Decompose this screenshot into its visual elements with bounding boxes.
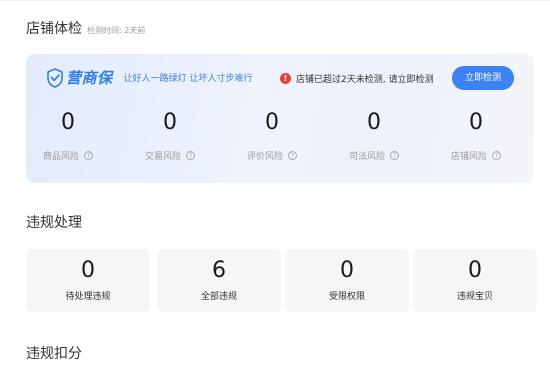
risk-item-trade[interactable]: 0 交易风险? — [130, 112, 210, 162]
brand-name: 营商保 — [66, 69, 113, 87]
check-time: 检测时间: 2天前 — [87, 26, 146, 35]
question-icon[interactable]: ? — [390, 151, 399, 160]
warning-text: 店铺已超过2天未检测, 请立即检测 — [296, 75, 434, 85]
health-check-card: 营商保 让好人一路绿灯 让坏人寸步难行 ! 店铺已超过2天未检测, 请立即检测 … — [26, 54, 534, 183]
risk-label: 商品风险 — [42, 152, 79, 162]
deduction-section-title: 违规扣分 — [26, 346, 82, 362]
risk-item-judicial[interactable]: 0 司法风险? — [334, 112, 414, 162]
risk-count: 0 — [469, 110, 483, 135]
brand-slogan: 让好人一路绿灯 让坏人寸步难行 — [123, 74, 253, 84]
risk-count: 0 — [367, 110, 381, 135]
risk-item-shop[interactable]: 0 店铺风险? — [436, 112, 516, 162]
shop-check-header: 店铺体检 检测时间: 2天前 — [26, 18, 145, 38]
stat-card-restricted[interactable]: 0 受限权限 — [285, 249, 409, 312]
stat-label: 待处理违规 — [65, 292, 111, 302]
stat-count: 0 — [81, 258, 95, 283]
risk-item-product[interactable]: 0 商品风险? — [28, 112, 108, 162]
check-now-button[interactable]: 立即检测 — [452, 66, 514, 90]
shield-check-icon — [47, 67, 63, 88]
stat-label: 全部违规 — [200, 292, 237, 302]
risk-label: 店铺风险 — [450, 152, 487, 162]
stat-label: 违规宝贝 — [456, 292, 493, 302]
stat-card-items[interactable]: 0 违规宝贝 — [413, 249, 537, 312]
top-divider — [0, 0, 550, 1]
stat-label: 受限权限 — [328, 292, 365, 302]
risk-label: 评价风险 — [246, 152, 283, 162]
stat-card-pending[interactable]: 0 待处理违规 — [26, 249, 150, 312]
question-icon[interactable]: ? — [288, 151, 297, 160]
stat-card-all[interactable]: 6 全部违规 — [157, 249, 281, 312]
risk-label: 交易风险 — [144, 152, 181, 162]
risk-label: 司法风险 — [348, 152, 385, 162]
question-icon[interactable]: ? — [186, 151, 195, 160]
question-icon[interactable]: ? — [492, 151, 501, 160]
risk-item-review[interactable]: 0 评价风险? — [232, 112, 312, 162]
page-title: 店铺体检 — [26, 21, 82, 37]
stat-count: 0 — [468, 258, 482, 283]
stat-count: 0 — [340, 258, 354, 283]
risk-count: 0 — [61, 110, 75, 135]
violation-section-title: 违规处理 — [26, 215, 82, 231]
brand: 营商保 让好人一路绿灯 让坏人寸步难行 — [46, 67, 252, 88]
stat-count: 6 — [212, 258, 226, 283]
exclamation-icon: ! — [280, 73, 291, 84]
risk-count: 0 — [163, 110, 177, 135]
question-icon[interactable]: ? — [84, 151, 93, 160]
risk-count: 0 — [265, 110, 279, 135]
warning-message: ! 店铺已超过2天未检测, 请立即检测 — [280, 72, 433, 85]
